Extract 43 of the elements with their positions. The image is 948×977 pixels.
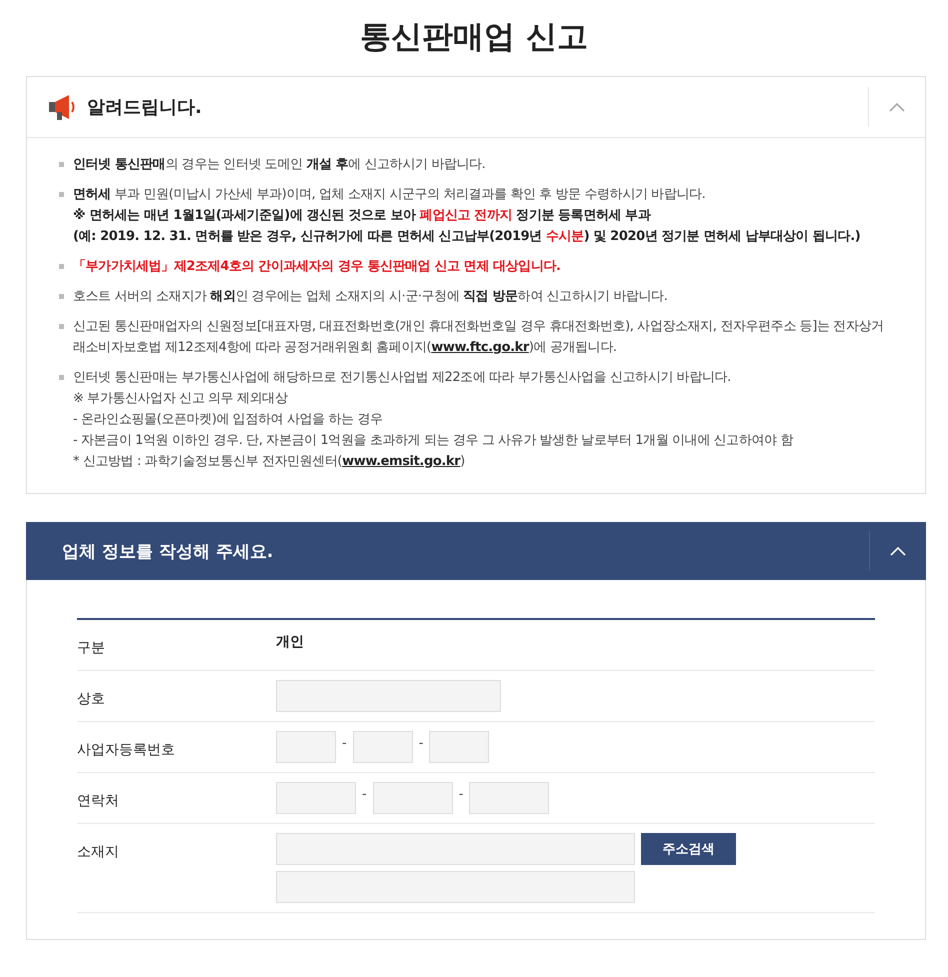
notice-text: 「부가가치세법」제2조제4호의 간이과세자의 경우 통신판매업 신고 면제 대상입니다. — [73, 258, 562, 276]
bullet-icon — [59, 375, 64, 380]
notice-title: 알려드립니다. — [87, 96, 203, 119]
input-field[interactable] — [276, 731, 336, 763]
address-field[interactable] — [276, 833, 635, 865]
bullet-icon — [59, 294, 64, 299]
dash-separator: - — [362, 786, 367, 804]
notice-text: 신고된 통신판매업자의 신원정보[대표자명, 대표전화번호(개인 휴대전화번호일 경우 휴대전화번호), 사업장소재지, 전자우편주소 등]는 전자상거래소비자보호법 제12조제4항에 따라 공정거래위원회 홈페이지(www.ftc.go.kr)에 공개됩니다. — [73, 318, 885, 357]
bullet-icon — [59, 162, 64, 167]
notice-text: - 자본금이 1억원 이하인 경우. 단, 자본금이 1억원을 초과하게 되는 경우 그 사유가 발생한 날로부터 1개월 이내에 신고하여야 함 — [73, 432, 794, 450]
notice-text: 면허세 부과 민원(미납시 가산세 부과)이며, 업체 소재지 시군구의 처리결과를 확인 후 방문 수령하시기 바랍니다. — [73, 186, 706, 204]
address-detail-field[interactable] — [276, 871, 635, 903]
address-search-button[interactable]: 주소검색 — [641, 833, 736, 865]
bullet-icon — [59, 192, 64, 197]
field-label: 연락처 — [77, 792, 120, 811]
field-label: 사업자등록번호 — [77, 741, 176, 760]
input-field[interactable] — [276, 680, 501, 712]
link[interactable]: www.emsit.go.kr — [342, 454, 460, 469]
dash-separator: - — [418, 736, 424, 752]
input-field[interactable] — [352, 731, 413, 763]
notice-text: (예: 2019. 12. 31. 면허를 받은 경우, 신규허가에 따른 면허세 신고납부(2019년 수시분) 및 2020년 정기분 면허세 납부대상이 됩니다.) — [73, 228, 862, 246]
field-value: 개인 — [276, 633, 304, 651]
notice-text: 인터넷 통신판매는 부가통신사업에 해당하므로 전기통신사업법 제22조에 따라 부가통신사업을 신고하시기 바랍니다. — [73, 369, 732, 387]
input-field[interactable] — [276, 782, 356, 814]
notice-text: 호스트 서버의 소재지가 해외인 경우에는 업체 소재지의 시·군·구청에 직접 방문하여 신고하시기 바랍니다. — [73, 288, 668, 306]
field-label: 구분 — [77, 639, 106, 658]
bullet-icon — [59, 324, 64, 329]
notice-text: 인터넷 통신판매의 경우는 인터넷 도메인 개설 후에 신고하시기 바랍니다. — [73, 156, 486, 174]
dash-separator: - — [458, 786, 464, 804]
notice-text: ※ 면허세는 매년 1월1일(과세기준일)에 갱신된 것으로 보아 폐업신고 전까지 정기분 등록면허세 부과 — [73, 207, 652, 225]
bullet-icon — [59, 264, 64, 269]
field-label: 소재지 — [77, 843, 120, 862]
input-field[interactable] — [469, 782, 550, 814]
link[interactable]: www.ftc.go.kr — [431, 340, 529, 355]
page-title: 통신판매업 신고 — [359, 18, 589, 57]
dash-separator: - — [342, 736, 347, 752]
field-label: 상호 — [77, 690, 106, 709]
input-field[interactable] — [429, 731, 490, 763]
notice-text: * 신고방법 : 과학기술정보통신부 전자민원센터(www.emsit.go.kr) — [73, 453, 466, 471]
input-field[interactable] — [372, 782, 453, 814]
section-title: 업체 정보를 작성해 주세요. — [62, 540, 274, 562]
notice-text: - 온라인쇼핑몰(오픈마켓)에 입점하여 사업을 하는 경우 — [73, 411, 384, 429]
notice-text: ※ 부가통신사업자 신고 의무 제외대상 — [73, 390, 289, 408]
